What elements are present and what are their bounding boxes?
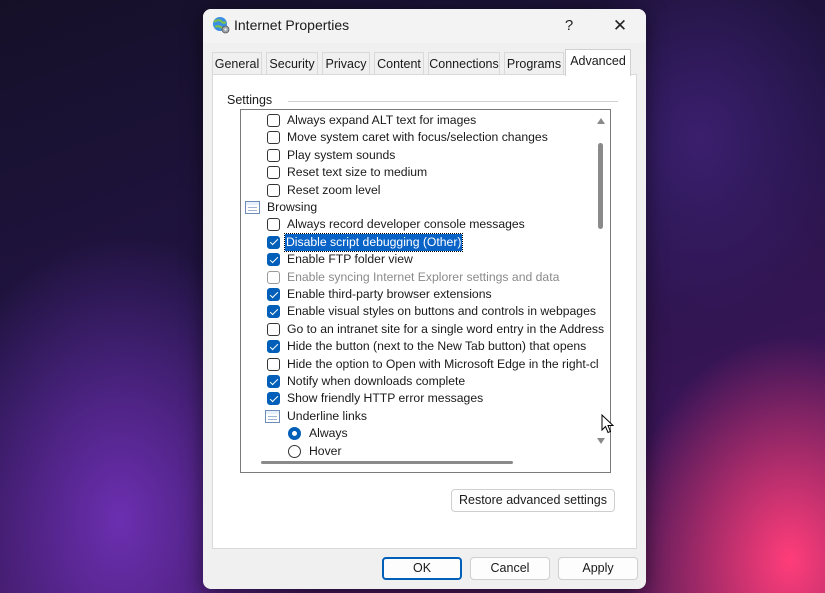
settings-item-label: Enable FTP folder view (287, 252, 413, 267)
horizontal-scrollbar[interactable] (242, 456, 592, 470)
checkbox-checked-icon[interactable] (267, 288, 280, 301)
settings-group-label: Settings (227, 93, 279, 107)
settings-checkbox-item[interactable]: Show friendly HTTP error messages (241, 390, 592, 407)
horizontal-scroll-thumb[interactable] (261, 461, 513, 464)
settings-checkbox-item[interactable]: Reset zoom level (241, 182, 592, 199)
advanced-tab-panel: Settings Always expand ALT text for imag… (212, 74, 637, 549)
close-button[interactable]: ✕ (605, 14, 635, 38)
tab-programs[interactable]: Programs (504, 52, 564, 74)
vertical-scroll-thumb[interactable] (598, 143, 603, 229)
checkbox-unchecked-icon[interactable] (267, 166, 280, 180)
tab-privacy[interactable]: Privacy (322, 52, 370, 74)
settings-item-label: Hide the option to Open with Microsoft E… (287, 356, 599, 371)
settings-category: Browsing (241, 199, 592, 216)
scroll-up-arrow-icon[interactable] (597, 118, 605, 124)
settings-item-label: Always (309, 426, 348, 441)
settings-checkbox-item[interactable]: Enable FTP folder view (241, 251, 592, 268)
dialog-title: Internet Properties (234, 17, 350, 33)
settings-radio-option[interactable]: Always (241, 425, 592, 442)
settings-item-label: Disable script debugging (Other) (283, 232, 464, 252)
restore-advanced-settings-button[interactable]: Restore advanced settings (451, 489, 615, 512)
settings-checkbox-item[interactable]: Hide the option to Open with Microsoft E… (241, 356, 599, 373)
globe-settings-icon (213, 17, 230, 34)
settings-checkbox-item[interactable]: Hide the button (next to the New Tab but… (241, 338, 592, 355)
checkbox-unchecked-icon[interactable] (267, 183, 280, 197)
tab-advanced[interactable]: Advanced (565, 49, 631, 76)
checkbox-checked-icon[interactable] (267, 340, 280, 354)
tab-connections[interactable]: Connections (428, 52, 500, 74)
settings-item-label: Move system caret with focus/selection c… (287, 130, 548, 145)
settings-checkbox-item[interactable]: Enable visual styles on buttons and cont… (241, 303, 596, 320)
checkbox-unchecked-icon[interactable] (267, 357, 280, 371)
internet-properties-dialog: Internet Properties ? ✕ General Security… (203, 9, 646, 589)
settings-item-label: Play system sounds (287, 147, 396, 162)
settings-item-label: Underline links (287, 408, 367, 423)
scroll-down-arrow-icon[interactable] (597, 438, 605, 444)
cancel-button[interactable]: Cancel (470, 557, 550, 580)
settings-checkbox-item[interactable]: Enable syncing Internet Explorer setting… (241, 269, 592, 286)
settings-item-label: Always expand ALT text for images (287, 113, 477, 127)
checkbox-checked-icon[interactable] (267, 392, 280, 406)
settings-checkbox-item[interactable]: Reset text size to medium (241, 164, 592, 181)
tab-security[interactable]: Security (266, 52, 318, 74)
vertical-scrollbar[interactable] (593, 111, 609, 451)
settings-item-label: Reset text size to medium (287, 165, 428, 180)
settings-item-label: Enable visual styles on buttons and cont… (287, 304, 596, 319)
checkbox-unchecked-icon[interactable] (267, 270, 280, 284)
tab-general[interactable]: General (212, 52, 262, 74)
settings-category-icon (245, 201, 260, 214)
settings-item-label: Hide the button (next to the New Tab but… (287, 339, 587, 354)
ok-button[interactable]: OK (382, 557, 462, 580)
checkbox-unchecked-icon[interactable] (267, 114, 280, 127)
title-bar[interactable]: Internet Properties ? ✕ (203, 9, 646, 43)
settings-item-label: Reset zoom level (287, 182, 381, 197)
settings-checkbox-item[interactable]: Always expand ALT text for images (241, 112, 592, 129)
settings-item-label: Enable third-party browser extensions (287, 287, 492, 301)
radio-selected-icon[interactable] (288, 427, 301, 441)
group-divider (288, 101, 618, 102)
settings-checkbox-item[interactable]: Always record developer console messages (241, 216, 592, 233)
settings-checkbox-item[interactable]: Move system caret with focus/selection c… (241, 129, 592, 146)
checkbox-unchecked-icon[interactable] (267, 218, 280, 232)
checkbox-checked-icon[interactable] (267, 305, 280, 319)
settings-checkbox-item[interactable]: Play system sounds (241, 147, 592, 164)
checkbox-unchecked-icon[interactable] (267, 148, 280, 162)
checkbox-checked-icon[interactable] (267, 375, 280, 388)
settings-item-label: Notify when downloads complete (287, 374, 466, 388)
settings-item-label: Show friendly HTTP error messages (287, 391, 484, 406)
checkbox-unchecked-icon[interactable] (267, 322, 280, 336)
checkbox-checked-icon[interactable] (267, 253, 280, 267)
checkbox-checked-icon[interactable] (267, 235, 280, 249)
mouse-pointer-icon (601, 414, 615, 434)
settings-checkbox-item[interactable]: Disable script debugging (Other) (241, 232, 592, 252)
settings-item-label: Always record developer console messages (287, 217, 525, 232)
settings-item-label: Browsing (267, 200, 318, 214)
settings-checkbox-item[interactable]: Go to an intranet site for a single word… (241, 321, 604, 338)
checkbox-unchecked-icon[interactable] (267, 131, 280, 145)
tab-content[interactable]: Content (374, 52, 424, 74)
settings-checkbox-item[interactable]: Enable third-party browser extensions (241, 286, 592, 303)
settings-checkbox-item[interactable]: Notify when downloads complete (241, 373, 592, 390)
apply-button[interactable]: Apply (558, 557, 638, 580)
help-button[interactable]: ? (555, 14, 583, 38)
settings-category-icon (265, 409, 280, 423)
settings-category[interactable]: Underline links (241, 408, 592, 425)
settings-item-label: Enable syncing Internet Explorer setting… (287, 269, 560, 284)
settings-list[interactable]: Always expand ALT text for images Move sy… (240, 109, 611, 473)
settings-item-label: Go to an intranet site for a single word… (287, 321, 605, 336)
